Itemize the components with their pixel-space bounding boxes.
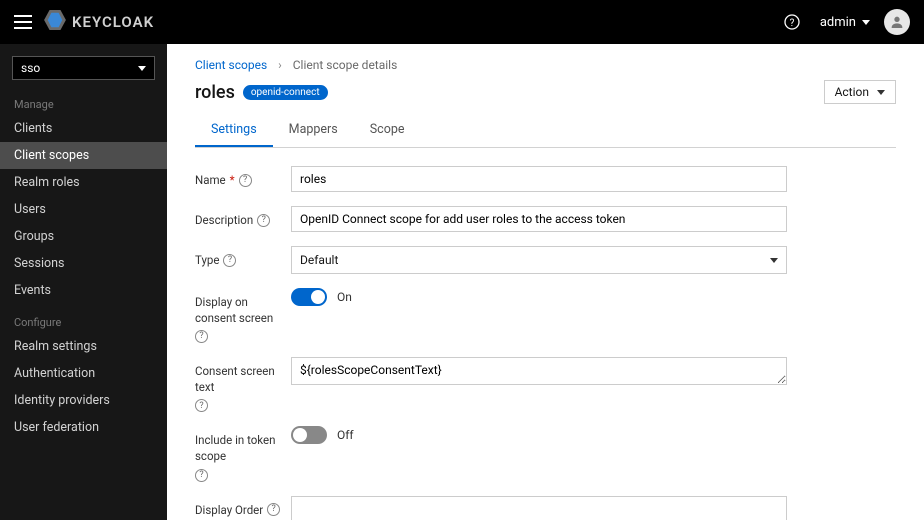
tab-settings[interactable]: Settings — [195, 114, 273, 147]
keycloak-logo-icon — [44, 10, 66, 34]
avatar[interactable] — [884, 9, 910, 35]
type-select[interactable]: Default — [291, 246, 787, 274]
topbar: KEYCLOAK ? admin — [0, 0, 924, 44]
required-indicator: * — [230, 172, 235, 188]
help-icon[interactable]: ? — [223, 254, 236, 267]
chevron-down-icon — [770, 258, 778, 263]
include-token-label: Include in token scope — [195, 432, 291, 464]
sidebar-item-authentication[interactable]: Authentication — [0, 360, 167, 387]
brand-text: KEYCLOAK — [72, 13, 154, 31]
svg-text:?: ? — [789, 18, 794, 29]
menu-toggle-icon[interactable] — [14, 15, 32, 29]
user-menu[interactable]: admin — [820, 15, 870, 30]
help-icon[interactable]: ? — [195, 330, 208, 343]
sidebar-item-identity-providers[interactable]: Identity providers — [0, 387, 167, 414]
tabs: SettingsMappersScope — [195, 114, 896, 148]
include-token-state: Off — [337, 428, 354, 442]
tab-mappers[interactable]: Mappers — [273, 114, 354, 147]
realm-selector[interactable]: sso — [12, 56, 155, 80]
sidebar: sso ManageClientsClient scopesRealm role… — [0, 44, 167, 520]
consent-text-label: Consent screen text — [195, 363, 291, 395]
nav-group-title: Manage — [0, 86, 167, 115]
display-consent-label: Display on consent screen — [195, 294, 291, 326]
description-label: Description — [195, 212, 253, 228]
sidebar-item-groups[interactable]: Groups — [0, 223, 167, 250]
help-icon[interactable]: ? — [239, 174, 252, 187]
brand: KEYCLOAK — [44, 10, 154, 34]
realm-selector-value: sso — [21, 61, 40, 75]
display-order-input[interactable] — [291, 496, 787, 520]
help-icon[interactable]: ? — [784, 14, 800, 30]
display-consent-toggle[interactable] — [291, 288, 327, 306]
chevron-down-icon — [862, 20, 870, 25]
sidebar-item-realm-settings[interactable]: Realm settings — [0, 333, 167, 360]
display-order-label: Display Order — [195, 502, 263, 518]
protocol-badge: openid-connect — [243, 85, 328, 100]
action-label: Action — [835, 85, 869, 99]
chevron-down-icon — [138, 66, 146, 71]
sidebar-item-events[interactable]: Events — [0, 277, 167, 304]
action-dropdown[interactable]: Action — [824, 80, 896, 104]
help-icon[interactable]: ? — [195, 469, 208, 482]
description-input[interactable] — [291, 206, 787, 232]
sidebar-item-sessions[interactable]: Sessions — [0, 250, 167, 277]
sidebar-item-users[interactable]: Users — [0, 196, 167, 223]
chevron-down-icon — [877, 90, 885, 95]
type-value: Default — [300, 253, 338, 267]
chevron-right-icon: › — [278, 58, 282, 72]
help-icon[interactable]: ? — [257, 214, 270, 227]
user-name: admin — [820, 15, 856, 30]
name-input[interactable] — [291, 166, 787, 192]
sidebar-item-user-federation[interactable]: User federation — [0, 414, 167, 441]
help-icon[interactable]: ? — [195, 399, 208, 412]
sidebar-item-clients[interactable]: Clients — [0, 115, 167, 142]
breadcrumb-current: Client scope details — [293, 58, 398, 72]
type-label: Type — [195, 252, 219, 268]
tab-scope[interactable]: Scope — [354, 114, 421, 147]
display-consent-state: On — [337, 290, 352, 304]
name-label: Name — [195, 172, 226, 188]
main-content: Client scopes › Client scope details rol… — [167, 44, 924, 520]
nav-group-title: Configure — [0, 304, 167, 333]
breadcrumb: Client scopes › Client scope details — [195, 58, 896, 72]
page-title: roles — [195, 82, 235, 103]
help-icon[interactable]: ? — [267, 503, 280, 516]
include-token-toggle[interactable] — [291, 426, 327, 444]
sidebar-item-realm-roles[interactable]: Realm roles — [0, 169, 167, 196]
breadcrumb-parent[interactable]: Client scopes — [195, 58, 267, 72]
consent-text-input[interactable] — [291, 357, 787, 385]
sidebar-item-client-scopes[interactable]: Client scopes — [0, 142, 167, 169]
